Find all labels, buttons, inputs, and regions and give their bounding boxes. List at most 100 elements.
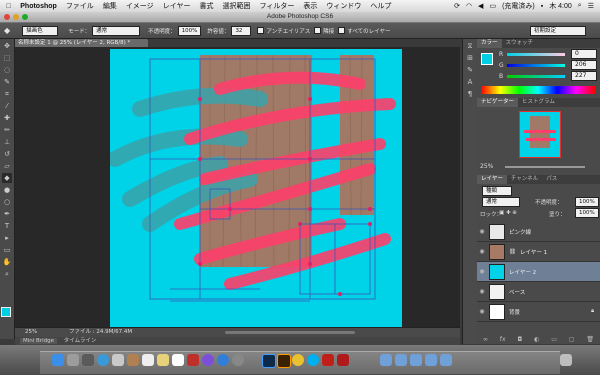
menu-select[interactable]: 選択範囲 xyxy=(222,1,250,11)
r-value[interactable]: 0 xyxy=(571,49,597,59)
character-panel-icon[interactable]: A xyxy=(465,77,475,87)
all-layers-checkbox[interactable] xyxy=(338,27,346,34)
menubar-clock[interactable]: 木 4:00 xyxy=(549,1,572,11)
menu-help[interactable]: ヘルプ xyxy=(370,1,391,11)
g-slider[interactable] xyxy=(507,64,565,67)
navigator-zoom[interactable]: 25% xyxy=(480,163,493,170)
trash-icon[interactable] xyxy=(560,354,572,366)
layer-opacity-input[interactable]: 100% xyxy=(575,197,599,207)
tab-color[interactable]: カラー xyxy=(477,39,502,48)
visibility-eye-icon[interactable]: ◉ xyxy=(477,268,487,275)
stamp-tool-icon[interactable]: ⊥ xyxy=(2,137,12,147)
finder-icon[interactable] xyxy=(52,354,64,366)
paragraph-panel-icon[interactable]: ¶ xyxy=(465,89,475,99)
path-select-tool-icon[interactable]: ▸ xyxy=(2,233,12,243)
zoom-level[interactable]: 25% xyxy=(25,329,37,335)
flag-icon[interactable]: ▪ xyxy=(541,3,543,10)
brush-tool-icon[interactable]: ✏ xyxy=(2,125,12,135)
photo-booth-icon[interactable] xyxy=(187,354,199,366)
color-spectrum-bar[interactable] xyxy=(481,86,595,94)
mode-select[interactable]: 通常 xyxy=(92,25,141,36)
lasso-tool-icon[interactable]: ◌ xyxy=(2,65,12,75)
skype-icon[interactable] xyxy=(307,354,319,366)
add-mask-icon[interactable]: ◘ xyxy=(517,336,522,343)
crop-tool-icon[interactable]: ⌗ xyxy=(2,89,12,99)
horizontal-scrollbar[interactable] xyxy=(225,331,355,334)
spotlight-icon[interactable]: ⌕ xyxy=(578,2,582,10)
workspace-select[interactable]: 初期設定 xyxy=(530,25,586,36)
eyedropper-tool-icon[interactable]: ⁄ xyxy=(2,101,12,111)
foreground-color-swatch[interactable] xyxy=(1,307,11,317)
history-brush-tool-icon[interactable]: ↺ xyxy=(2,149,12,159)
calendar-icon[interactable] xyxy=(142,354,154,366)
tab-layers[interactable]: レイヤー xyxy=(477,175,507,184)
r-slider[interactable] xyxy=(507,53,565,56)
layer-style-icon[interactable]: fx xyxy=(500,336,506,343)
folder-icon[interactable] xyxy=(395,354,407,366)
fill-source-select[interactable]: 描画色 xyxy=(22,25,59,36)
menu-filter[interactable]: フィルター xyxy=(259,1,294,11)
visibility-eye-icon[interactable]: ◉ xyxy=(477,288,487,295)
folder-icon[interactable] xyxy=(440,354,452,366)
layer-row[interactable]: ◉ ベース xyxy=(477,282,600,302)
new-layer-icon[interactable]: ▢ xyxy=(569,336,575,343)
tab-channels[interactable]: チャンネル xyxy=(507,175,542,184)
zoom-window-button[interactable] xyxy=(22,14,28,20)
wifi-icon[interactable]: ◠ xyxy=(466,2,472,10)
menu-file[interactable]: ファイル xyxy=(66,1,94,11)
menu-layer[interactable]: レイヤー xyxy=(163,1,191,11)
dodge-tool-icon[interactable]: ○ xyxy=(2,197,12,207)
marquee-tool-icon[interactable]: ⬚ xyxy=(2,53,12,63)
properties-panel-icon[interactable]: ⊞ xyxy=(465,53,475,63)
navigator-zoom-slider[interactable] xyxy=(505,166,585,168)
visibility-eye-icon[interactable]: ◉ xyxy=(477,248,487,255)
shape-tool-icon[interactable]: ▭ xyxy=(2,245,12,255)
link-layers-icon[interactable]: ∞ xyxy=(483,336,488,343)
menu-type[interactable]: 書式 xyxy=(199,1,213,11)
layer-row[interactable]: ◉ ⛓ レイヤー 1 xyxy=(477,242,600,262)
system-preferences-icon[interactable] xyxy=(232,354,244,366)
minimize-window-button[interactable] xyxy=(13,14,19,20)
filezilla-icon[interactable] xyxy=(337,354,349,366)
notification-icon[interactable]: ☰ xyxy=(588,2,594,10)
g-value[interactable]: 206 xyxy=(571,60,597,70)
visibility-eye-icon[interactable]: ◉ xyxy=(477,228,487,235)
layer-row-selected[interactable]: ◉ レイヤー 2 xyxy=(477,262,600,282)
menu-window[interactable]: ウィンドウ xyxy=(326,1,361,11)
app-menu[interactable]: Photoshop xyxy=(20,3,57,10)
healing-tool-icon[interactable]: ✚ xyxy=(2,113,12,123)
volume-icon[interactable]: ◀ xyxy=(478,2,483,10)
trash-icon[interactable]: 🗑︎ xyxy=(586,336,594,343)
file-size-info[interactable]: ファイル : 24.9M/67.4M xyxy=(69,329,132,335)
close-window-button[interactable] xyxy=(4,14,10,20)
document-tab[interactable]: 名称未設定 1 @ 25% (レイヤー 2, RGB/8) * xyxy=(15,39,148,47)
blur-tool-icon[interactable]: ● xyxy=(2,185,12,195)
type-tool-icon[interactable]: T xyxy=(2,221,12,231)
sync-icon[interactable]: ⟳ xyxy=(454,2,460,10)
tab-histogram[interactable]: ヒストグラム xyxy=(518,98,559,107)
paint-bucket-tool-icon[interactable]: ◆ xyxy=(2,173,12,183)
opacity-input[interactable]: 100% xyxy=(177,25,202,36)
tab-timeline[interactable]: タイムライン xyxy=(64,338,97,344)
tolerance-input[interactable]: 32 xyxy=(231,25,252,36)
move-tool-icon[interactable]: ✥ xyxy=(2,41,12,51)
contacts-icon[interactable] xyxy=(127,354,139,366)
mail-icon[interactable] xyxy=(112,354,124,366)
pen-tool-icon[interactable]: ✒ xyxy=(2,209,12,219)
menu-edit[interactable]: 編集 xyxy=(103,1,117,11)
image-canvas[interactable] xyxy=(110,49,402,327)
chrome-icon[interactable] xyxy=(292,354,304,366)
contiguous-checkbox[interactable] xyxy=(314,27,322,34)
color-fg-swatch[interactable] xyxy=(481,53,493,65)
safari-icon[interactable] xyxy=(97,354,109,366)
downloads-folder-icon[interactable] xyxy=(425,354,437,366)
lock-icon[interactable]: ▣ ✚ ⊕ xyxy=(499,210,517,216)
b-slider[interactable] xyxy=(507,75,565,78)
folder-icon[interactable] xyxy=(410,354,422,366)
hand-tool-icon[interactable]: ✋ xyxy=(2,257,12,267)
navigator-preview[interactable] xyxy=(519,111,561,158)
menu-view[interactable]: 表示 xyxy=(303,1,317,11)
adjustment-layer-icon[interactable]: ◐ xyxy=(534,336,539,343)
blend-mode-select[interactable]: 通常 xyxy=(482,197,520,207)
photoshop-icon[interactable] xyxy=(262,354,276,368)
